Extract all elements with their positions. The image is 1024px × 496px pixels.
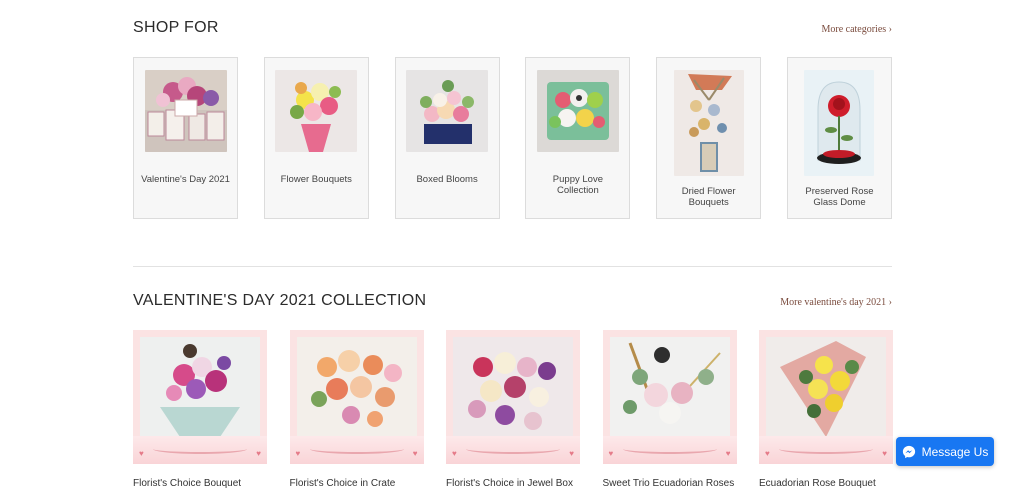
messenger-icon <box>902 445 915 458</box>
category-label: Dried Flower Bouquets <box>681 186 736 208</box>
product-card[interactable]: ♥ ♥ Florist's Choice in Crate <box>289 330 424 496</box>
category-image-valentines <box>144 70 227 152</box>
category-list: Valentine's Day 2021 Flower Bouquets Box… <box>133 57 892 221</box>
shop-for-header: SHOP FOR More categories › <box>133 19 892 37</box>
category-image-boxed-blooms <box>406 70 489 152</box>
category-card-valentines[interactable]: Valentine's Day 2021 <box>133 57 238 219</box>
product-image: ♥ ♥ <box>289 330 424 464</box>
product-name: Florist's Choice Bouquet <box>133 478 242 489</box>
category-image-puppy-love <box>536 70 619 152</box>
product-name: Ecuadorian Rose Bouquet <box>759 478 876 489</box>
product-card[interactable]: ♥ ♥ Florist's Choice Bouquet <box>133 330 267 496</box>
category-card-puppy-love[interactable]: Puppy Love Collection <box>525 57 631 219</box>
product-image: ♥ ♥ <box>133 330 267 464</box>
message-us-button[interactable]: Message Us <box>896 437 994 466</box>
category-image-flower-bouquets <box>275 70 358 152</box>
product-image: ♥ ♥ <box>602 330 737 464</box>
collection-header: VALENTINE'S DAY 2021 COLLECTION More val… <box>133 292 892 310</box>
product-image: ♥ ♥ <box>759 330 893 464</box>
product-card[interactable]: ♥ ♥ Ecuadorian Rose Bouquet <box>759 330 893 496</box>
category-card-flower-bouquets[interactable]: Flower Bouquets <box>263 57 369 219</box>
product-list: ♥ ♥ Florist's Choice Bouquet ♥ ♥ Florist… <box>133 330 893 496</box>
more-valentines-link[interactable]: More valentine's day 2021 › <box>780 297 892 308</box>
product-name: Florist's Choice in Crate <box>289 478 396 489</box>
category-image-dried-flowers <box>673 70 744 176</box>
more-categories-link[interactable]: More categories › <box>821 24 892 35</box>
product-card[interactable]: ♥ ♥ Sweet Trio Ecuadorian Roses <box>602 330 737 496</box>
message-us-label: Message Us <box>921 444 989 459</box>
category-card-preserved-rose[interactable]: Preserved Rose Glass Dome <box>786 57 892 219</box>
product-name: Florist's Choice in Jewel Box <box>446 478 573 489</box>
category-image-preserved-rose <box>804 70 875 176</box>
category-label: Puppy Love Collection <box>552 174 603 196</box>
category-label: Flower Bouquets <box>280 174 352 185</box>
collection-title: VALENTINE'S DAY 2021 COLLECTION <box>133 292 427 309</box>
shop-for-title: SHOP FOR <box>133 19 219 36</box>
product-name: Sweet Trio Ecuadorian Roses <box>602 478 735 489</box>
category-card-dried-flowers[interactable]: Dried Flower Bouquets <box>656 57 762 219</box>
category-label: Boxed Blooms <box>416 174 478 185</box>
product-image: ♥ ♥ <box>446 330 580 464</box>
category-label: Preserved Rose Glass Dome <box>805 186 874 208</box>
section-divider <box>133 266 892 267</box>
category-card-boxed-blooms[interactable]: Boxed Blooms <box>394 57 500 219</box>
product-card[interactable]: ♥ ♥ Florist's Choice in Jewel Box <box>446 330 580 496</box>
category-label: Valentine's Day 2021 <box>141 174 230 185</box>
